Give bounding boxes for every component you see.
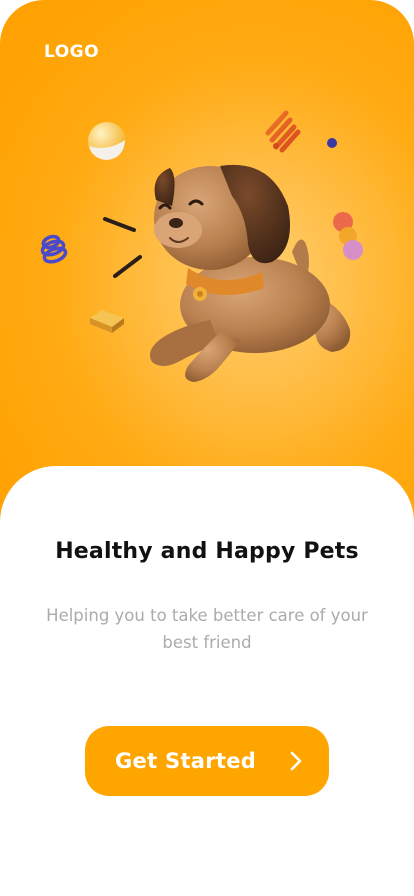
page-title: Healthy and Happy Pets bbox=[55, 539, 359, 564]
coil-icon bbox=[40, 234, 68, 264]
puppy-illustration bbox=[40, 110, 363, 382]
get-started-button[interactable]: Get Started bbox=[85, 726, 329, 796]
content-card bbox=[0, 466, 414, 896]
get-started-label: Get Started bbox=[115, 749, 257, 773]
logo: LOGO bbox=[44, 42, 100, 62]
chevron-right-icon bbox=[290, 751, 302, 771]
dash-icon bbox=[103, 217, 142, 278]
puppy-icon bbox=[149, 164, 351, 382]
hero-background: LOGO bbox=[0, 0, 414, 540]
onboarding-screen: LOGO Healthy and Happy Pets Helping you … bbox=[0, 0, 414, 896]
page-subtitle: Helping you to take better care of your … bbox=[46, 606, 368, 652]
dot-icon bbox=[327, 138, 337, 148]
ball-icon bbox=[88, 122, 126, 160]
spring-icon bbox=[265, 110, 301, 153]
treat-icon bbox=[90, 310, 124, 333]
stacked-balls-icon bbox=[333, 212, 363, 260]
